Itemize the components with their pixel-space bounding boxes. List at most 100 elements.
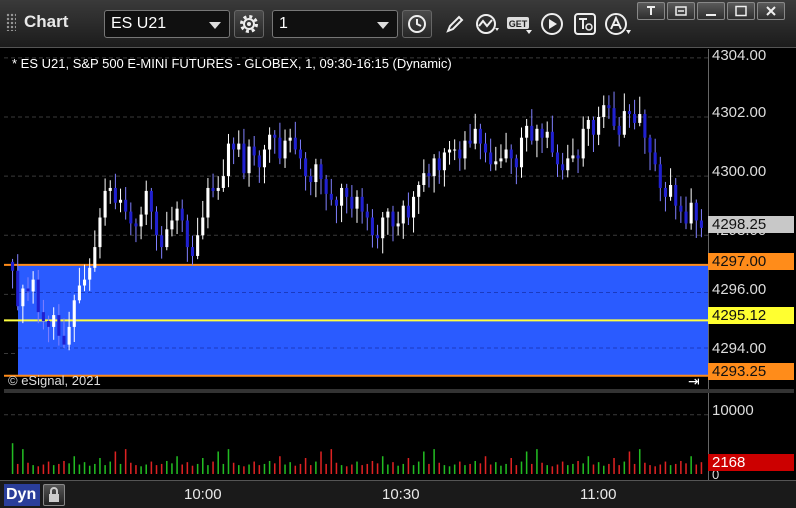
candle-down	[298, 139, 302, 170]
dynamic-mode-button[interactable]: Dyn	[4, 484, 40, 506]
alerts-button[interactable]	[603, 10, 633, 38]
candle-body	[463, 140, 467, 159]
time-axis[interactable]: Dyn 10:00 10:30 11:00	[0, 480, 796, 508]
candle-body	[412, 196, 416, 218]
pin-button[interactable]	[637, 2, 665, 20]
candle-up	[453, 139, 457, 161]
candle-up	[638, 96, 642, 127]
candle-down	[468, 123, 472, 148]
candle-body	[427, 173, 431, 177]
time-templates-button[interactable]	[402, 10, 432, 38]
candle-up	[340, 183, 344, 223]
chevron-down-icon[interactable]	[377, 22, 389, 29]
candle-up	[442, 148, 446, 187]
candle-down	[360, 188, 364, 224]
candle-body	[602, 105, 606, 117]
candle-body	[561, 164, 565, 171]
svg-text:GET: GET	[509, 19, 528, 29]
candle-body	[509, 149, 513, 159]
candle-body	[381, 217, 385, 239]
candle-up	[386, 208, 390, 235]
chart-header: * ES U21, S&P 500 E-MINI FUTURES - GLOBE…	[12, 56, 452, 71]
draw-tool-button[interactable]	[440, 10, 470, 38]
candle-up	[221, 159, 225, 192]
candle-body	[370, 217, 374, 236]
candle-down	[160, 226, 164, 259]
window-title[interactable]: Chart	[6, 12, 68, 32]
candle-body	[689, 202, 693, 224]
time-to-button[interactable]	[570, 10, 600, 38]
price-chart-svg[interactable]	[4, 49, 708, 389]
interval-selector[interactable]: 1	[272, 10, 398, 38]
candle-body	[550, 131, 554, 153]
candle-body	[406, 205, 410, 218]
candle-body	[139, 214, 143, 227]
candle-body	[185, 220, 189, 248]
get-icon: GET	[507, 17, 532, 34]
minimize-button[interactable]	[697, 2, 725, 20]
candle-body	[21, 288, 25, 307]
close-button[interactable]	[757, 2, 785, 20]
candle-up	[201, 200, 205, 240]
candle-body	[612, 108, 616, 126]
candle-body	[268, 134, 272, 150]
candle-body	[118, 199, 123, 203]
volume-panel[interactable]	[4, 393, 708, 480]
candle-body	[262, 149, 267, 168]
settings-button[interactable]	[234, 10, 264, 38]
scroll-to-end-icon[interactable]: ⇥	[688, 373, 700, 390]
candle-down	[555, 144, 560, 177]
window-title-label: Chart	[24, 12, 69, 31]
candle-down	[391, 205, 395, 242]
volume-chart-svg[interactable]	[4, 393, 708, 480]
candle-body	[658, 164, 662, 188]
candle-down	[11, 258, 15, 289]
get-data-button[interactable]: GET	[505, 10, 535, 38]
candle-down	[304, 152, 308, 191]
candle-up	[689, 188, 693, 230]
lock-button[interactable]	[43, 484, 65, 506]
candle-up	[401, 200, 405, 239]
studies-button[interactable]	[472, 10, 502, 38]
candle-up	[170, 206, 174, 237]
candle-body	[242, 143, 246, 174]
replay-button[interactable]	[537, 10, 567, 38]
candle-body	[417, 185, 421, 197]
candle-body	[252, 146, 256, 156]
candle-body	[160, 235, 164, 248]
candle-body	[154, 211, 159, 236]
candle-down	[334, 196, 338, 224]
candle-body	[684, 211, 688, 224]
candle-body	[586, 119, 590, 129]
candle-body	[391, 211, 395, 227]
candle-body	[226, 143, 231, 177]
time-label: 11:00	[580, 486, 617, 503]
candle-body	[98, 217, 102, 248]
clock-icon	[408, 15, 426, 33]
maximize-button[interactable]	[727, 2, 755, 20]
price-chart-panel[interactable]: * ES U21, S&P 500 E-MINI FUTURES - GLOBE…	[4, 49, 708, 389]
candle-down	[679, 196, 683, 223]
candle-down	[483, 132, 488, 163]
candle-up	[262, 144, 267, 184]
candle-down	[406, 192, 410, 226]
volume-tick: 10000	[712, 402, 754, 419]
candle-body	[483, 143, 488, 153]
price-tick: 4304.00	[712, 47, 767, 64]
chevron-down-icon[interactable]	[209, 22, 221, 29]
drag-grip-icon[interactable]	[6, 13, 16, 31]
candle-down	[427, 163, 431, 188]
symbol-selector[interactable]: ES U21	[104, 10, 230, 38]
candle-body	[447, 149, 452, 153]
gear-icon	[240, 15, 258, 33]
candle-up	[283, 129, 287, 168]
candle-body	[298, 149, 302, 159]
candle-up	[103, 178, 107, 226]
candle-down	[684, 196, 688, 230]
candle-body	[376, 235, 380, 239]
candle-body	[504, 149, 508, 159]
restore-button[interactable]	[667, 2, 695, 20]
candle-down	[242, 128, 246, 180]
candle-body	[535, 128, 539, 141]
candle-up	[622, 93, 626, 138]
